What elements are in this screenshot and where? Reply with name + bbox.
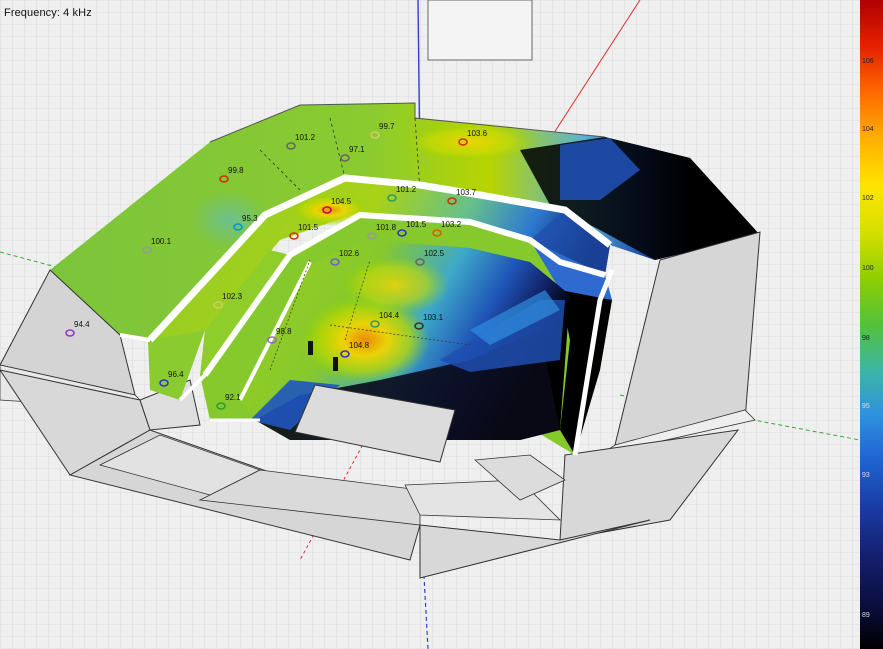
measurement-label: 104.4 — [379, 311, 400, 320]
measurement-label: 102.6 — [339, 249, 360, 258]
measurement-label: 101.5 — [406, 220, 427, 229]
measurement-label: 101.8 — [376, 223, 397, 232]
measurement-label: 96.4 — [168, 370, 184, 379]
measurement-label: 104.5 — [331, 197, 352, 206]
measurement-label: 99.7 — [379, 122, 395, 131]
measurement-label: 103.2 — [441, 220, 462, 229]
measurement-label: 101.5 — [298, 223, 319, 232]
measurement-label: 103.7 — [456, 188, 477, 197]
speaker-array — [308, 341, 313, 355]
legend-tick: 89 — [862, 612, 870, 619]
color-scale-legend: 106 104 102 100 98 95 93 89 — [860, 0, 883, 649]
measurement-label: 101.2 — [295, 133, 316, 142]
measurement-label: 103.1 — [423, 313, 444, 322]
legend-tick: 104 — [862, 126, 874, 133]
measurement-label: 102.5 — [424, 249, 445, 258]
measurement-label: 94.4 — [74, 320, 90, 329]
acoustic-simulation-window: 101.2 99.7 97.1 103.6 99.8 95.3 104.5 101.2 103.… — [0, 0, 883, 649]
legend-tick: 98 — [862, 335, 870, 342]
color-scale-bar — [860, 0, 883, 649]
frequency-label: Frequency: 4 kHz — [4, 7, 92, 19]
measurement-label: 103.6 — [467, 129, 488, 138]
measurement-label: 104.8 — [349, 341, 370, 350]
3d-viewport[interactable]: 101.2 99.7 97.1 103.6 99.8 95.3 104.5 101.2 103.… — [0, 0, 860, 649]
legend-tick: 95 — [862, 403, 870, 410]
legend-tick: 100 — [862, 265, 874, 272]
measurement-label: 101.2 — [396, 185, 417, 194]
legend-tick: 102 — [862, 195, 874, 202]
measurement-label: 98.8 — [276, 327, 292, 336]
video-screen — [427, 0, 533, 61]
measurement-label: 97.1 — [349, 145, 365, 154]
venue-model-canvas[interactable]: 101.2 99.7 97.1 103.6 99.8 95.3 104.5 101.2 103.… — [0, 0, 860, 649]
legend-tick: 93 — [862, 472, 870, 479]
measurement-label: 102.3 — [222, 292, 243, 301]
measurement-label: 100.1 — [151, 237, 172, 246]
legend-tick: 106 — [862, 58, 874, 65]
measurement-label: 95.3 — [242, 214, 258, 223]
measurement-label: 99.8 — [228, 166, 244, 175]
measurement-label: 92.1 — [225, 393, 241, 402]
